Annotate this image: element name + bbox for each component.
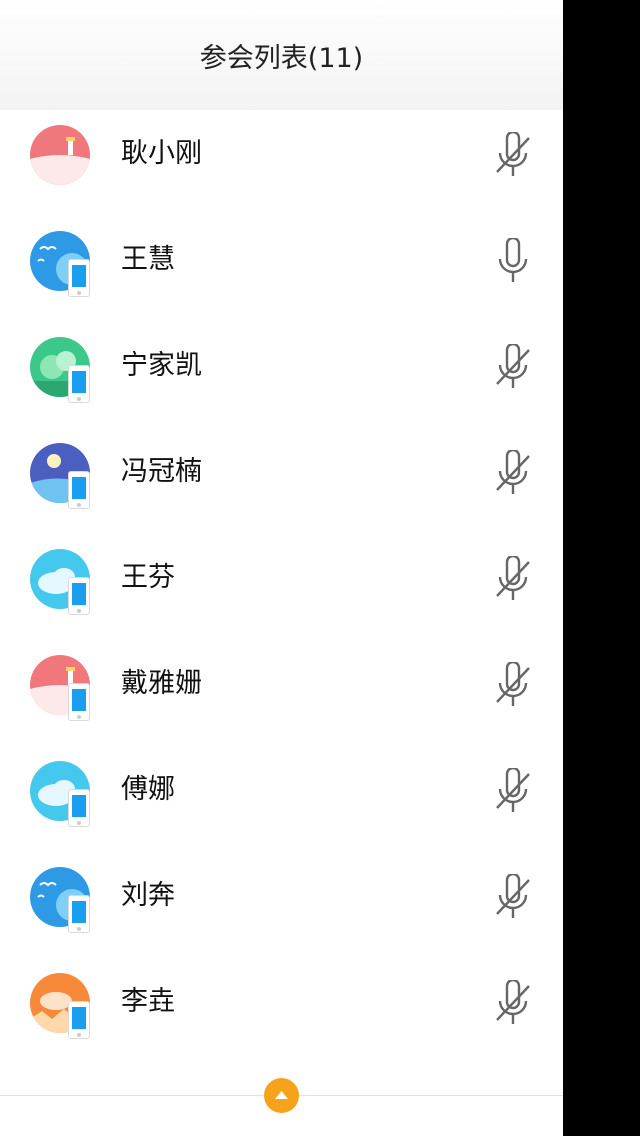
mic-muted-icon[interactable] bbox=[494, 132, 532, 180]
phone-icon bbox=[68, 1001, 90, 1039]
participant-row-4[interactable]: 冯冠楠 bbox=[0, 420, 563, 526]
participant-row-1[interactable]: 耿小刚 bbox=[0, 102, 563, 208]
phone-icon bbox=[68, 789, 90, 827]
participant-name: 王慧 bbox=[121, 244, 175, 275]
participant-name: 戴雅姗 bbox=[121, 668, 202, 699]
participant-name: 李垚 bbox=[121, 986, 175, 1017]
participant-name: 耿小刚 bbox=[121, 138, 202, 169]
expand-button[interactable] bbox=[264, 1078, 299, 1113]
participant-row-2[interactable]: 王慧 bbox=[0, 208, 563, 314]
participant-name: 刘奔 bbox=[121, 880, 175, 911]
participant-name: 王芬 bbox=[121, 562, 175, 593]
phone-icon bbox=[68, 683, 90, 721]
avatar bbox=[30, 125, 90, 185]
mic-muted-icon[interactable] bbox=[494, 874, 532, 922]
phone-icon bbox=[68, 365, 90, 403]
mic-muted-icon[interactable] bbox=[494, 768, 532, 816]
participant-name: 冯冠楠 bbox=[121, 456, 202, 487]
participant-panel: 参会列表(11) 耿小刚 王慧 宁家凯 冯冠楠 王芬 戴雅姗 傅娜 刘奔 李垚 bbox=[0, 0, 563, 1136]
participant-row-3[interactable]: 宁家凯 bbox=[0, 314, 563, 420]
mic-muted-icon[interactable] bbox=[494, 556, 532, 604]
phone-icon bbox=[68, 577, 90, 615]
participant-row-7[interactable]: 傅娜 bbox=[0, 738, 563, 844]
phone-icon bbox=[68, 259, 90, 297]
page-title: 参会列表(11) bbox=[199, 43, 364, 74]
participant-row-5[interactable]: 王芬 bbox=[0, 526, 563, 632]
participant-row-9[interactable]: 李垚 bbox=[0, 950, 563, 1056]
participant-row-6[interactable]: 戴雅姗 bbox=[0, 632, 563, 738]
caret-up-icon bbox=[275, 1091, 288, 1099]
mic-muted-icon[interactable] bbox=[494, 344, 532, 392]
phone-icon bbox=[68, 471, 90, 509]
mic-muted-icon[interactable] bbox=[494, 450, 532, 498]
panel-header: 参会列表(11) bbox=[0, 0, 563, 110]
participant-list: 耿小刚 王慧 宁家凯 冯冠楠 王芬 戴雅姗 傅娜 刘奔 李垚 bbox=[0, 102, 563, 1056]
mic-muted-icon[interactable] bbox=[494, 980, 532, 1028]
mic-icon[interactable] bbox=[494, 238, 532, 286]
phone-icon bbox=[68, 895, 90, 933]
participant-name: 傅娜 bbox=[121, 774, 175, 805]
participant-name: 宁家凯 bbox=[121, 350, 202, 381]
mic-muted-icon[interactable] bbox=[494, 662, 532, 710]
participant-row-8[interactable]: 刘奔 bbox=[0, 844, 563, 950]
